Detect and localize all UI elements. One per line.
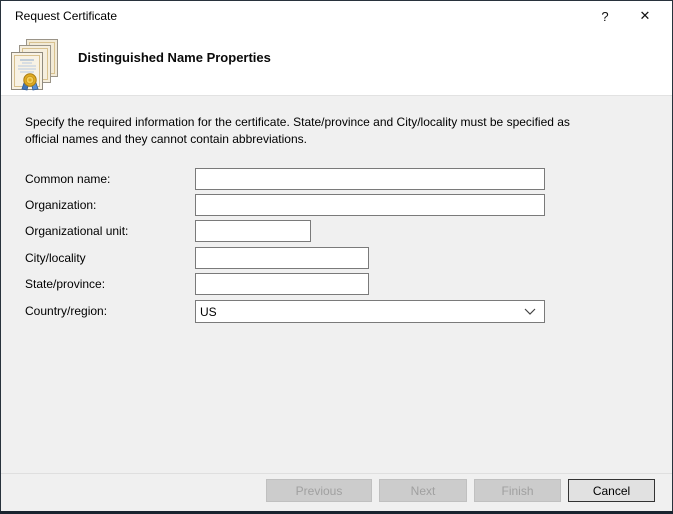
wizard-header: Distinguished Name Properties bbox=[1, 31, 672, 96]
state-province-input[interactable] bbox=[195, 273, 369, 295]
request-certificate-dialog: Request Certificate ? ✕ bbox=[0, 0, 673, 511]
certificates-icon bbox=[11, 39, 59, 91]
close-icon: ✕ bbox=[640, 9, 651, 24]
common-name-input[interactable] bbox=[195, 168, 545, 190]
common-name-row: Common name: bbox=[1, 168, 672, 192]
close-button[interactable]: ✕ bbox=[625, 1, 665, 31]
cancel-button[interactable]: Cancel bbox=[568, 479, 655, 502]
country-region-value: US bbox=[200, 305, 217, 319]
finish-button: Finish bbox=[474, 479, 561, 502]
titlebar-buttons: ? ✕ bbox=[585, 1, 665, 31]
organizational-unit-label: Organizational unit: bbox=[25, 224, 128, 238]
organization-input[interactable] bbox=[195, 194, 545, 216]
help-icon: ? bbox=[601, 9, 608, 24]
state-province-row: State/province: bbox=[1, 273, 672, 297]
city-locality-input[interactable] bbox=[195, 247, 369, 269]
help-button[interactable]: ? bbox=[585, 1, 625, 31]
common-name-label: Common name: bbox=[25, 172, 110, 186]
city-locality-row: City/locality bbox=[1, 247, 672, 271]
next-button: Next bbox=[379, 479, 467, 502]
chevron-down-icon bbox=[524, 308, 536, 315]
window-title: Request Certificate bbox=[15, 9, 117, 23]
organizational-unit-row: Organizational unit: bbox=[1, 220, 672, 244]
previous-button: Previous bbox=[266, 479, 372, 502]
country-region-row: Country/region: US bbox=[1, 300, 672, 324]
state-province-label: State/province: bbox=[25, 277, 105, 291]
button-bar: Previous Next Finish Cancel bbox=[1, 473, 672, 511]
organization-row: Organization: bbox=[1, 194, 672, 218]
organizational-unit-input[interactable] bbox=[195, 220, 311, 242]
instructions-text: Specify the required information for the… bbox=[25, 114, 605, 148]
country-region-label: Country/region: bbox=[25, 304, 107, 318]
titlebar[interactable]: Request Certificate ? ✕ bbox=[1, 1, 672, 31]
organization-label: Organization: bbox=[25, 198, 96, 212]
page-title: Distinguished Name Properties bbox=[78, 50, 271, 65]
country-region-combobox[interactable]: US bbox=[195, 300, 545, 323]
city-locality-label: City/locality bbox=[25, 251, 86, 265]
screen-background: { "window": { "title": "Request Certific… bbox=[0, 0, 673, 514]
